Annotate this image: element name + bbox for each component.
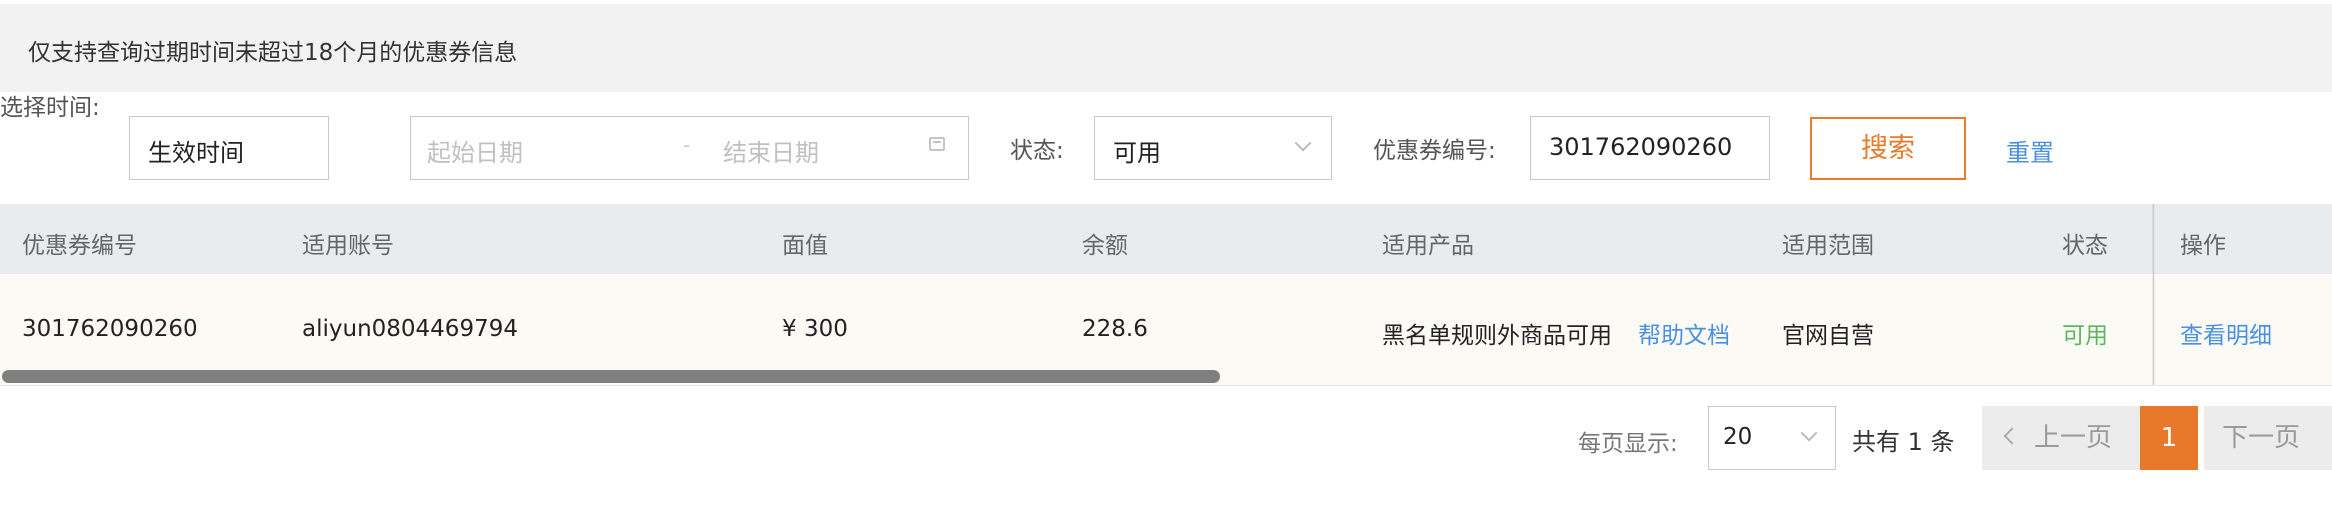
time-type-select[interactable]: 生效时间 xyxy=(129,116,479,180)
prev-page-label: 上一页 xyxy=(2034,423,2113,453)
current-page-button[interactable]: 1 xyxy=(2140,406,2198,470)
status-select[interactable]: 可用 xyxy=(1094,116,1332,180)
notice-banner: 仅支持查询过期时间未超过18个月的优惠券信息 xyxy=(0,4,2332,92)
fixed-column-shadow xyxy=(2152,204,2156,385)
table-header: 优惠券编号 适用账号 面值 余额 适用产品 适用范围 状态 操作 xyxy=(0,204,2332,274)
cell-scope: 官网自营 xyxy=(1782,323,1874,349)
coupon-number-input[interactable]: 301762090260 xyxy=(1530,116,1770,180)
cell-status: 可用 xyxy=(2062,323,2108,349)
end-date-input[interactable]: 结束日期 xyxy=(723,133,819,168)
help-doc-link[interactable]: 帮助文档 xyxy=(1638,316,1730,350)
coupon-number-label: 优惠券编号: xyxy=(1373,138,1496,164)
total-count: 共有 1 条 xyxy=(1852,428,1955,456)
page-size-value: 20 xyxy=(1723,424,1753,450)
cell-product: 黑名单规则外商品可用 xyxy=(1382,323,1612,349)
calendar-icon[interactable] xyxy=(929,137,945,151)
view-details-link[interactable]: 查看明细 xyxy=(2180,316,2272,350)
chevron-left-icon xyxy=(2003,427,2021,445)
next-page-label: 下一页 xyxy=(2222,423,2301,453)
notice-text: 仅支持查询过期时间未超过18个月的优惠券信息 xyxy=(28,40,518,66)
column-header-coupon-no: 优惠券编号 xyxy=(22,233,137,259)
prev-page-button[interactable]: 上一页 xyxy=(1982,406,2140,470)
column-header-status: 状态 xyxy=(2062,233,2108,259)
date-range-picker[interactable]: 起始日期 - 结束日期 xyxy=(410,116,969,180)
cell-account: aliyun0804469794 xyxy=(302,316,518,342)
date-separator: - xyxy=(683,133,691,157)
column-header-scope: 适用范围 xyxy=(1782,233,1874,259)
page-size-select[interactable]: 20 xyxy=(1708,406,1836,470)
cell-balance: 228.6 xyxy=(1082,316,1148,342)
column-header-action: 操作 xyxy=(2180,233,2226,259)
status-select-value: 可用 xyxy=(1113,139,1161,167)
column-header-balance: 余额 xyxy=(1082,233,1128,259)
search-button[interactable]: 搜索 xyxy=(1810,117,1966,180)
reset-link[interactable]: 重置 xyxy=(2006,133,2054,168)
chevron-down-icon xyxy=(1294,134,1312,152)
cell-coupon-no: 301762090260 xyxy=(22,316,198,342)
status-filter-label: 状态: xyxy=(1010,138,1064,164)
start-date-input[interactable]: 起始日期 xyxy=(427,133,523,168)
time-filter-label: 选择时间: xyxy=(0,95,100,121)
per-page-label: 每页显示: xyxy=(1578,431,1678,457)
coupon-number-value: 301762090260 xyxy=(1549,133,1733,161)
chevron-down-icon xyxy=(1800,424,1818,442)
next-page-button[interactable]: 下一页 xyxy=(2204,406,2332,470)
cell-face-value: ¥ 300 xyxy=(782,316,848,342)
column-header-product: 适用产品 xyxy=(1382,233,1474,259)
column-header-face-value: 面值 xyxy=(782,233,828,259)
column-header-account: 适用账号 xyxy=(302,233,394,259)
horizontal-scrollbar[interactable] xyxy=(2,370,1220,383)
time-type-value: 生效时间 xyxy=(148,139,244,167)
